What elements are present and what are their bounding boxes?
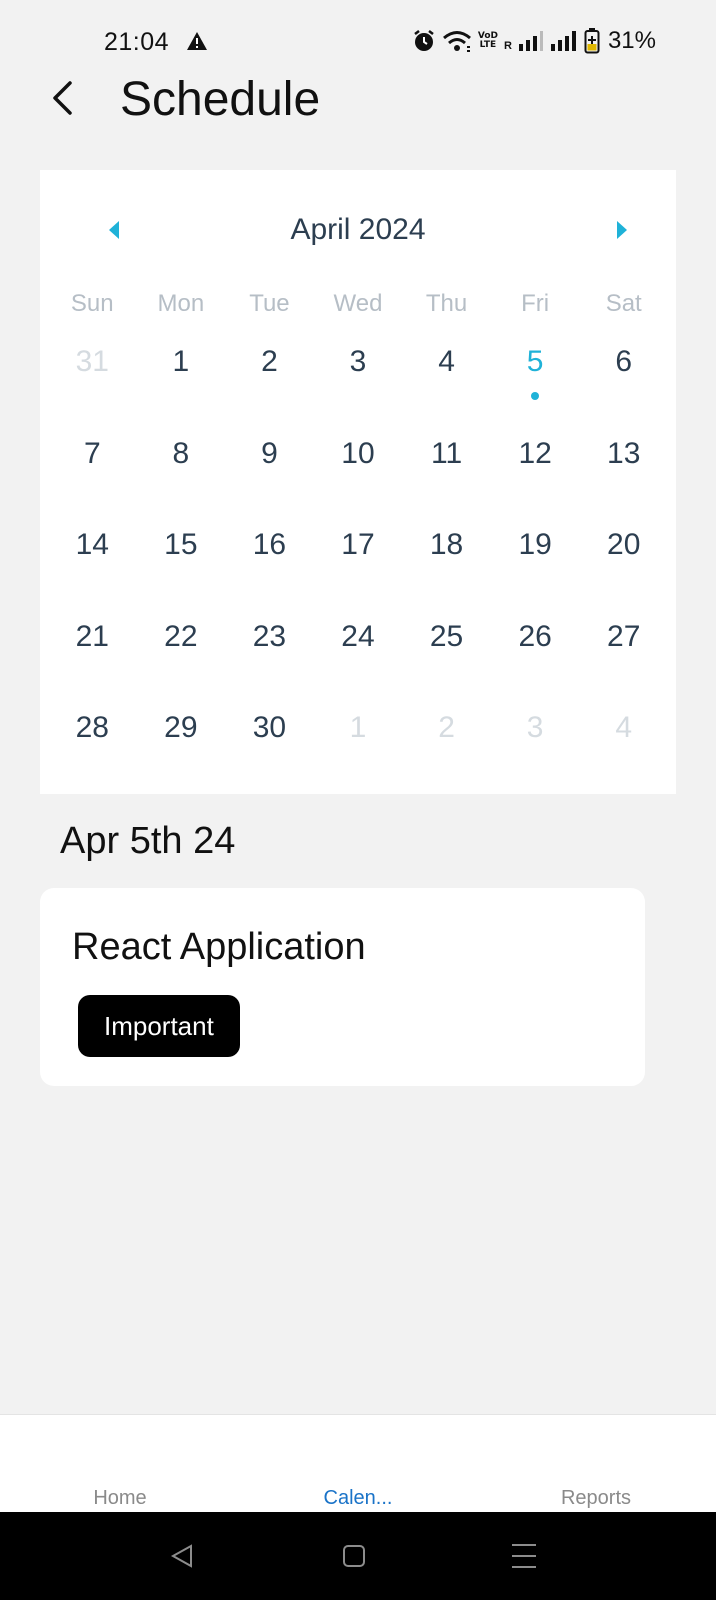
calendar-day[interactable]: 6 xyxy=(579,342,668,434)
calendar-day[interactable]: 8 xyxy=(137,434,226,526)
calendar-day[interactable]: 13 xyxy=(579,434,668,526)
system-recents-button[interactable] xyxy=(502,1534,546,1578)
calendar-day[interactable]: 26 xyxy=(491,617,580,709)
calendar-day[interactable]: 3 xyxy=(491,708,580,800)
calendar-day[interactable]: 18 xyxy=(402,525,491,617)
weekday-label: Sat xyxy=(605,290,642,317)
menu-lines-icon xyxy=(512,1544,536,1568)
days-grid: 31 1 2 3 4 5 6 7 8 9 10 11 12 13 14 15 1… xyxy=(48,342,668,800)
calendar-day[interactable]: 3 xyxy=(314,342,403,434)
selected-date-label: Apr 5th 24 xyxy=(60,820,236,862)
calendar-day[interactable]: 2 xyxy=(225,342,314,434)
calendar-day[interactable]: 1 xyxy=(137,342,226,434)
event-card[interactable]: React Application Important xyxy=(40,888,645,1086)
calendar-day[interactable]: 14 xyxy=(48,525,137,617)
warning-icon xyxy=(187,32,207,50)
calendar-day[interactable]: 19 xyxy=(491,525,580,617)
status-bar: 21:04 VoD LTE R 31% xyxy=(0,0,716,84)
calendar-day[interactable]: 15 xyxy=(137,525,226,617)
weekday-label: Tue xyxy=(249,290,290,317)
calendar-day[interactable]: 28 xyxy=(48,708,137,800)
next-month-button[interactable] xyxy=(602,210,642,250)
system-back-button[interactable] xyxy=(160,1534,204,1578)
calendar-day[interactable]: 27 xyxy=(579,617,668,709)
calendar-day[interactable]: 4 xyxy=(402,342,491,434)
event-title: React Application xyxy=(72,926,366,968)
priority-badge: Important xyxy=(78,995,240,1057)
tab-calendar[interactable]: Calen... xyxy=(324,1487,393,1510)
calendar-day[interactable]: 11 xyxy=(402,434,491,526)
square-home-icon xyxy=(343,1545,365,1567)
battery-icon xyxy=(584,28,600,54)
lte-indicator: VoD LTE xyxy=(477,31,498,50)
calendar-day[interactable]: 23 xyxy=(225,617,314,709)
calendar-day[interactable]: 25 xyxy=(402,617,491,709)
calendar-day[interactable]: 20 xyxy=(579,525,668,617)
weekday-label: Sun xyxy=(70,290,114,317)
calendar: April 2024 Sun Mon Tue Wed Thu Fri Sat 3… xyxy=(40,170,676,794)
status-icons: VoD LTE R 31% xyxy=(412,26,656,56)
calendar-day[interactable]: 12 xyxy=(491,434,580,526)
alarm-icon xyxy=(414,30,434,51)
signal-icon-2 xyxy=(550,31,576,51)
calendar-day[interactable]: 22 xyxy=(137,617,226,709)
weekday-label: Fri xyxy=(521,290,550,317)
battery-percent: 31% xyxy=(607,27,656,54)
bottom-tab-bar: Home Calen... Reports xyxy=(0,1414,716,1512)
triangle-back-icon xyxy=(170,1544,192,1568)
calendar-day[interactable]: 29 xyxy=(137,708,226,800)
calendar-day[interactable]: 2 xyxy=(402,708,491,800)
calendar-day[interactable]: 7 xyxy=(48,434,137,526)
roaming-indicator: R xyxy=(504,40,512,52)
weekday-header: Sun Mon Tue Wed Thu Fri Sat xyxy=(48,284,668,324)
calendar-day[interactable]: 4 xyxy=(579,708,668,800)
weekday-label: Thu xyxy=(425,290,468,317)
calendar-day[interactable]: 17 xyxy=(314,525,403,617)
calendar-day[interactable]: 30 xyxy=(225,708,314,800)
calendar-day[interactable]: 9 xyxy=(225,434,314,526)
tab-home[interactable]: Home xyxy=(93,1487,146,1510)
tab-reports[interactable]: Reports xyxy=(561,1487,631,1510)
page-title: Schedule xyxy=(120,73,321,126)
calendar-day[interactable]: 1 xyxy=(314,708,403,800)
back-button[interactable] xyxy=(42,78,82,118)
weekday-label: Mon xyxy=(157,290,205,317)
calendar-day[interactable]: 16 xyxy=(225,525,314,617)
calendar-day[interactable]: 10 xyxy=(314,434,403,526)
chevron-left-icon xyxy=(53,81,72,115)
calendar-day[interactable]: 31 xyxy=(48,342,137,434)
month-label: April 2024 xyxy=(290,213,426,246)
calendar-day[interactable]: 21 xyxy=(48,617,137,709)
system-home-button[interactable] xyxy=(332,1534,376,1578)
calendar-day-selected[interactable]: 5 xyxy=(491,342,580,434)
signal-icon-1 xyxy=(518,31,543,51)
system-nav-bar xyxy=(0,1512,716,1600)
caret-right-icon xyxy=(617,221,627,239)
calendar-day[interactable]: 24 xyxy=(314,617,403,709)
weekday-label: Wed xyxy=(333,290,383,317)
wifi-icon xyxy=(442,31,471,52)
status-time: 21:04 xyxy=(104,28,170,56)
